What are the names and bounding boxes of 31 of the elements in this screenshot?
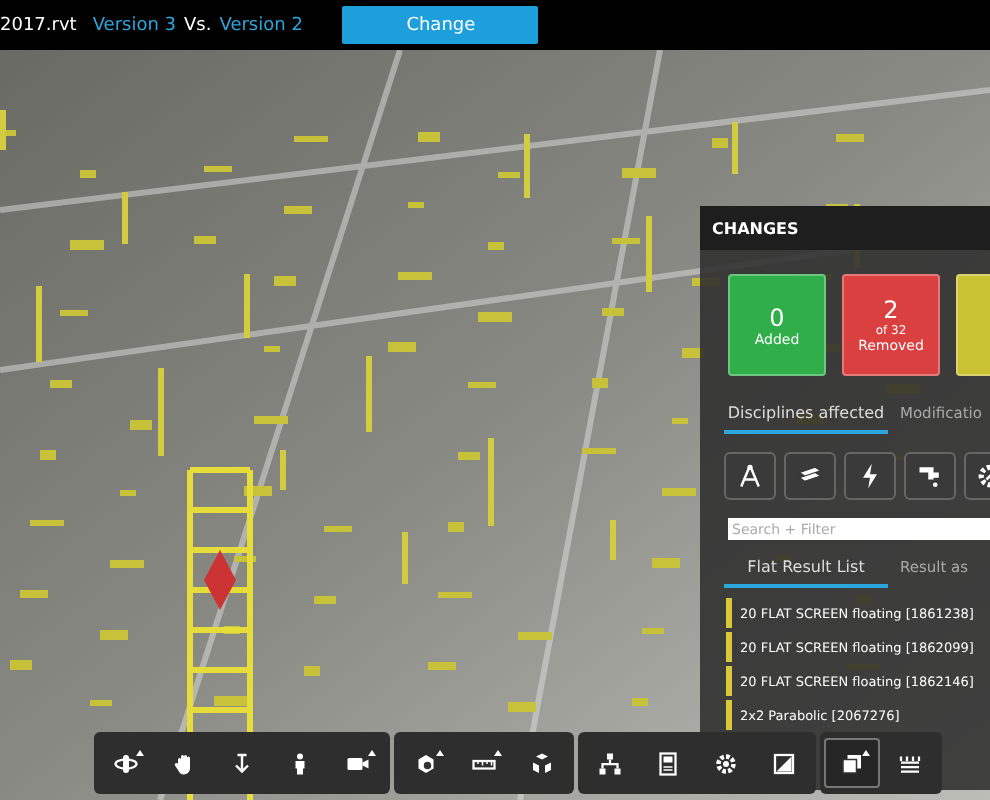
square-icon bbox=[772, 751, 796, 775]
caret-icon bbox=[136, 750, 144, 756]
caret-icon bbox=[436, 750, 444, 756]
stacked-squares-icon bbox=[840, 751, 864, 775]
versus-label: Vs. bbox=[184, 15, 212, 35]
toolbar-button[interactable] bbox=[824, 738, 880, 788]
compass-icon bbox=[736, 462, 764, 490]
version-link[interactable]: Version 2 bbox=[219, 15, 303, 35]
tab[interactable]: Disciplines affected bbox=[724, 398, 888, 434]
discipline-button[interactable] bbox=[844, 452, 896, 500]
down-arrow-icon bbox=[230, 751, 254, 775]
lines-icon bbox=[898, 751, 922, 775]
document-icon bbox=[656, 751, 680, 775]
version-link[interactable]: Version 3 bbox=[92, 15, 177, 35]
settings-icon bbox=[714, 751, 738, 775]
caret-icon bbox=[494, 750, 502, 756]
change-count: 0 bbox=[769, 303, 785, 331]
caret-icon bbox=[368, 750, 376, 756]
discipline-button[interactable] bbox=[784, 452, 836, 500]
tab[interactable]: Flat Result List bbox=[724, 552, 888, 588]
cubes-icon bbox=[530, 751, 554, 775]
caret-icon bbox=[862, 750, 870, 756]
hierarchy-icon bbox=[598, 751, 622, 775]
discipline-button[interactable] bbox=[904, 452, 956, 500]
discipline-button[interactable] bbox=[724, 452, 776, 500]
panel-title: CHANGES bbox=[700, 206, 990, 250]
change-count: 2 bbox=[883, 296, 899, 324]
file-name: 2017.rvt bbox=[0, 15, 77, 35]
highlighted-element-drawing bbox=[204, 550, 236, 610]
orbit-icon bbox=[114, 751, 138, 775]
hand-icon bbox=[172, 751, 196, 775]
